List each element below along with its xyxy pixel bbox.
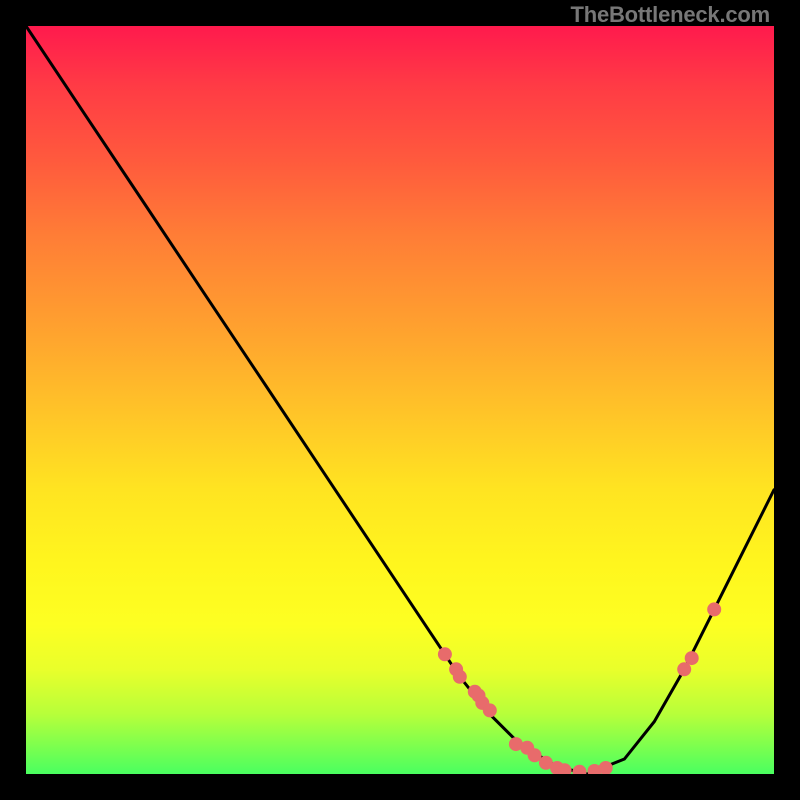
chart-curve <box>26 26 774 774</box>
chart-marker <box>483 703 497 717</box>
chart-marker <box>453 670 467 684</box>
chart-markers <box>438 602 721 774</box>
chart-marker <box>438 647 452 661</box>
chart-marker <box>707 602 721 616</box>
chart-marker <box>573 765 587 774</box>
chart-svg <box>26 26 774 774</box>
chart-container <box>26 26 774 774</box>
chart-marker <box>685 651 699 665</box>
watermark-text: TheBottleneck.com <box>570 2 770 28</box>
